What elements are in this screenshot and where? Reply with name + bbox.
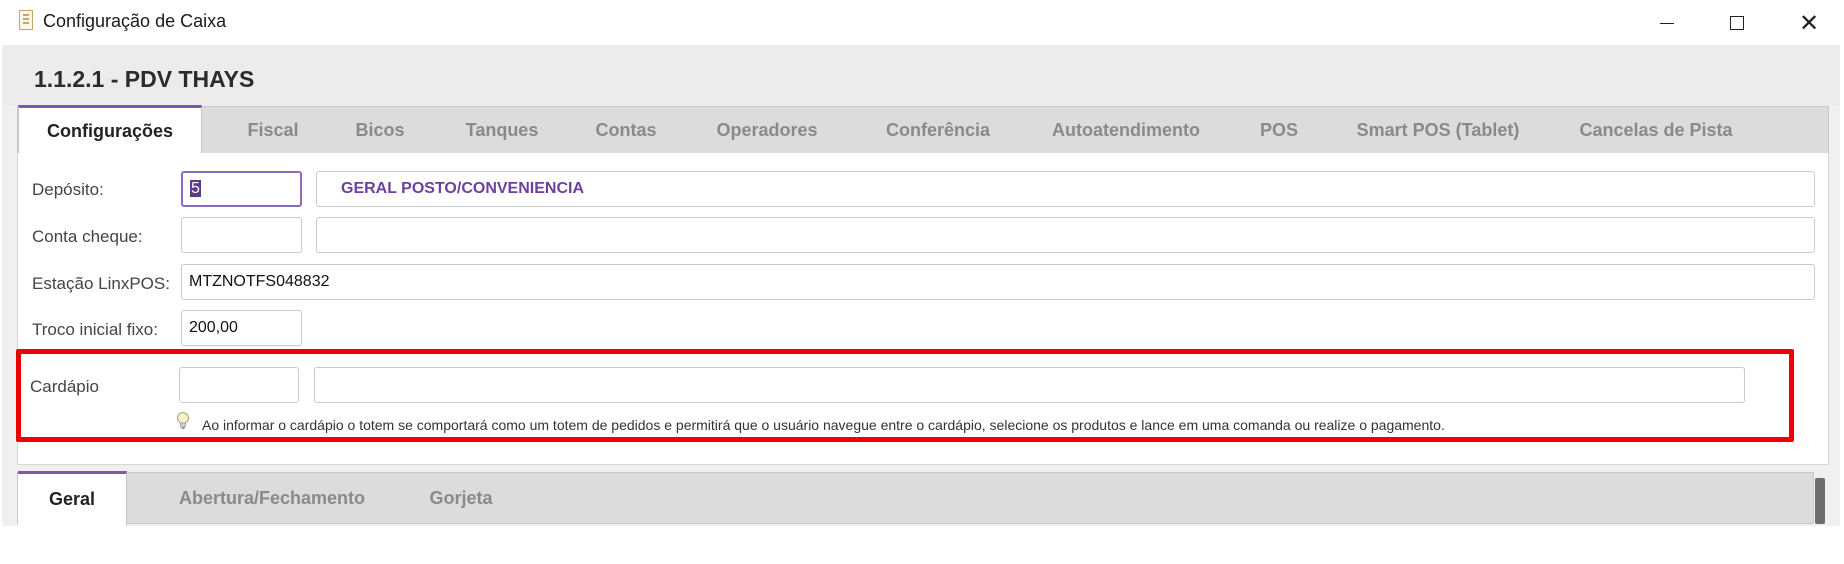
tab-conferencia[interactable]: Conferência [858,107,1018,153]
cardapio-label: Cardápio [30,377,99,396]
tab-tanques[interactable]: Tanques [438,107,566,153]
cardapio-hint: Ao informar o cardápio o totem se compor… [202,417,1445,433]
minimize-icon [1660,23,1674,24]
document-icon [19,10,33,30]
cardapio-description-field[interactable] [314,367,1745,403]
page-title: 1.1.2.1 - PDV THAYS [34,66,255,92]
main-tab-strip: Configurações Fiscal Bicos Tanques Conta… [17,105,1829,156]
close-icon: ✕ [1798,8,1820,37]
cardapio-code-field[interactable] [179,367,299,403]
tab-cancelas-de-pista[interactable]: Cancelas de Pista [1556,107,1756,153]
subtab-geral[interactable]: Geral [18,471,127,526]
tab-smart-pos[interactable]: Smart POS (Tablet) [1328,107,1548,153]
tab-operadores[interactable]: Operadores [694,107,840,153]
tab-configuracoes[interactable]: Configurações [18,105,202,156]
sub-tab-strip: Geral Abertura/Fechamento Gorjeta [17,471,1814,526]
record-header: 1.1.2.1 - PDV THAYS [2,45,1840,105]
tab-fiscal[interactable]: Fiscal [216,107,330,153]
scrollbar-thumb[interactable] [1815,478,1825,524]
conta-cheque-description-field[interactable] [316,217,1815,253]
subtab-gorjeta[interactable]: Gorjeta [406,473,516,523]
deposito-description-field[interactable]: GERAL POSTO/CONVENIENCIA [316,171,1815,207]
window-titlebar: Configuração de Caixa ✕ [0,0,1844,45]
deposito-label: Depósito: [32,180,104,199]
window-title: Configuração de Caixa [43,11,227,31]
minimize-button[interactable] [1627,0,1707,45]
window-bottom [0,526,1844,564]
tab-autoatendimento[interactable]: Autoatendimento [1026,107,1226,153]
lightbulb-icon [177,412,189,429]
deposito-code-field[interactable]: 5 [181,171,302,207]
deposito-code-value: 5 [190,180,201,197]
troco-label: Troco inicial fixo: [32,320,158,339]
close-button[interactable]: ✕ [1769,0,1844,45]
subtab-abertura-fechamento[interactable]: Abertura/Fechamento [154,473,390,523]
conta-cheque-label: Conta cheque: [32,227,143,246]
troco-field[interactable]: 200,00 [181,310,302,346]
estacao-field[interactable]: MTZNOTFS048832 [181,264,1815,300]
maximize-button[interactable] [1697,0,1777,45]
estacao-label: Estação LinxPOS: [32,274,170,293]
maximize-icon [1730,15,1744,30]
tab-bicos[interactable]: Bicos [330,107,430,153]
conta-cheque-code-field[interactable] [181,217,302,253]
tab-pos[interactable]: POS [1236,107,1322,153]
tab-contas[interactable]: Contas [574,107,678,153]
